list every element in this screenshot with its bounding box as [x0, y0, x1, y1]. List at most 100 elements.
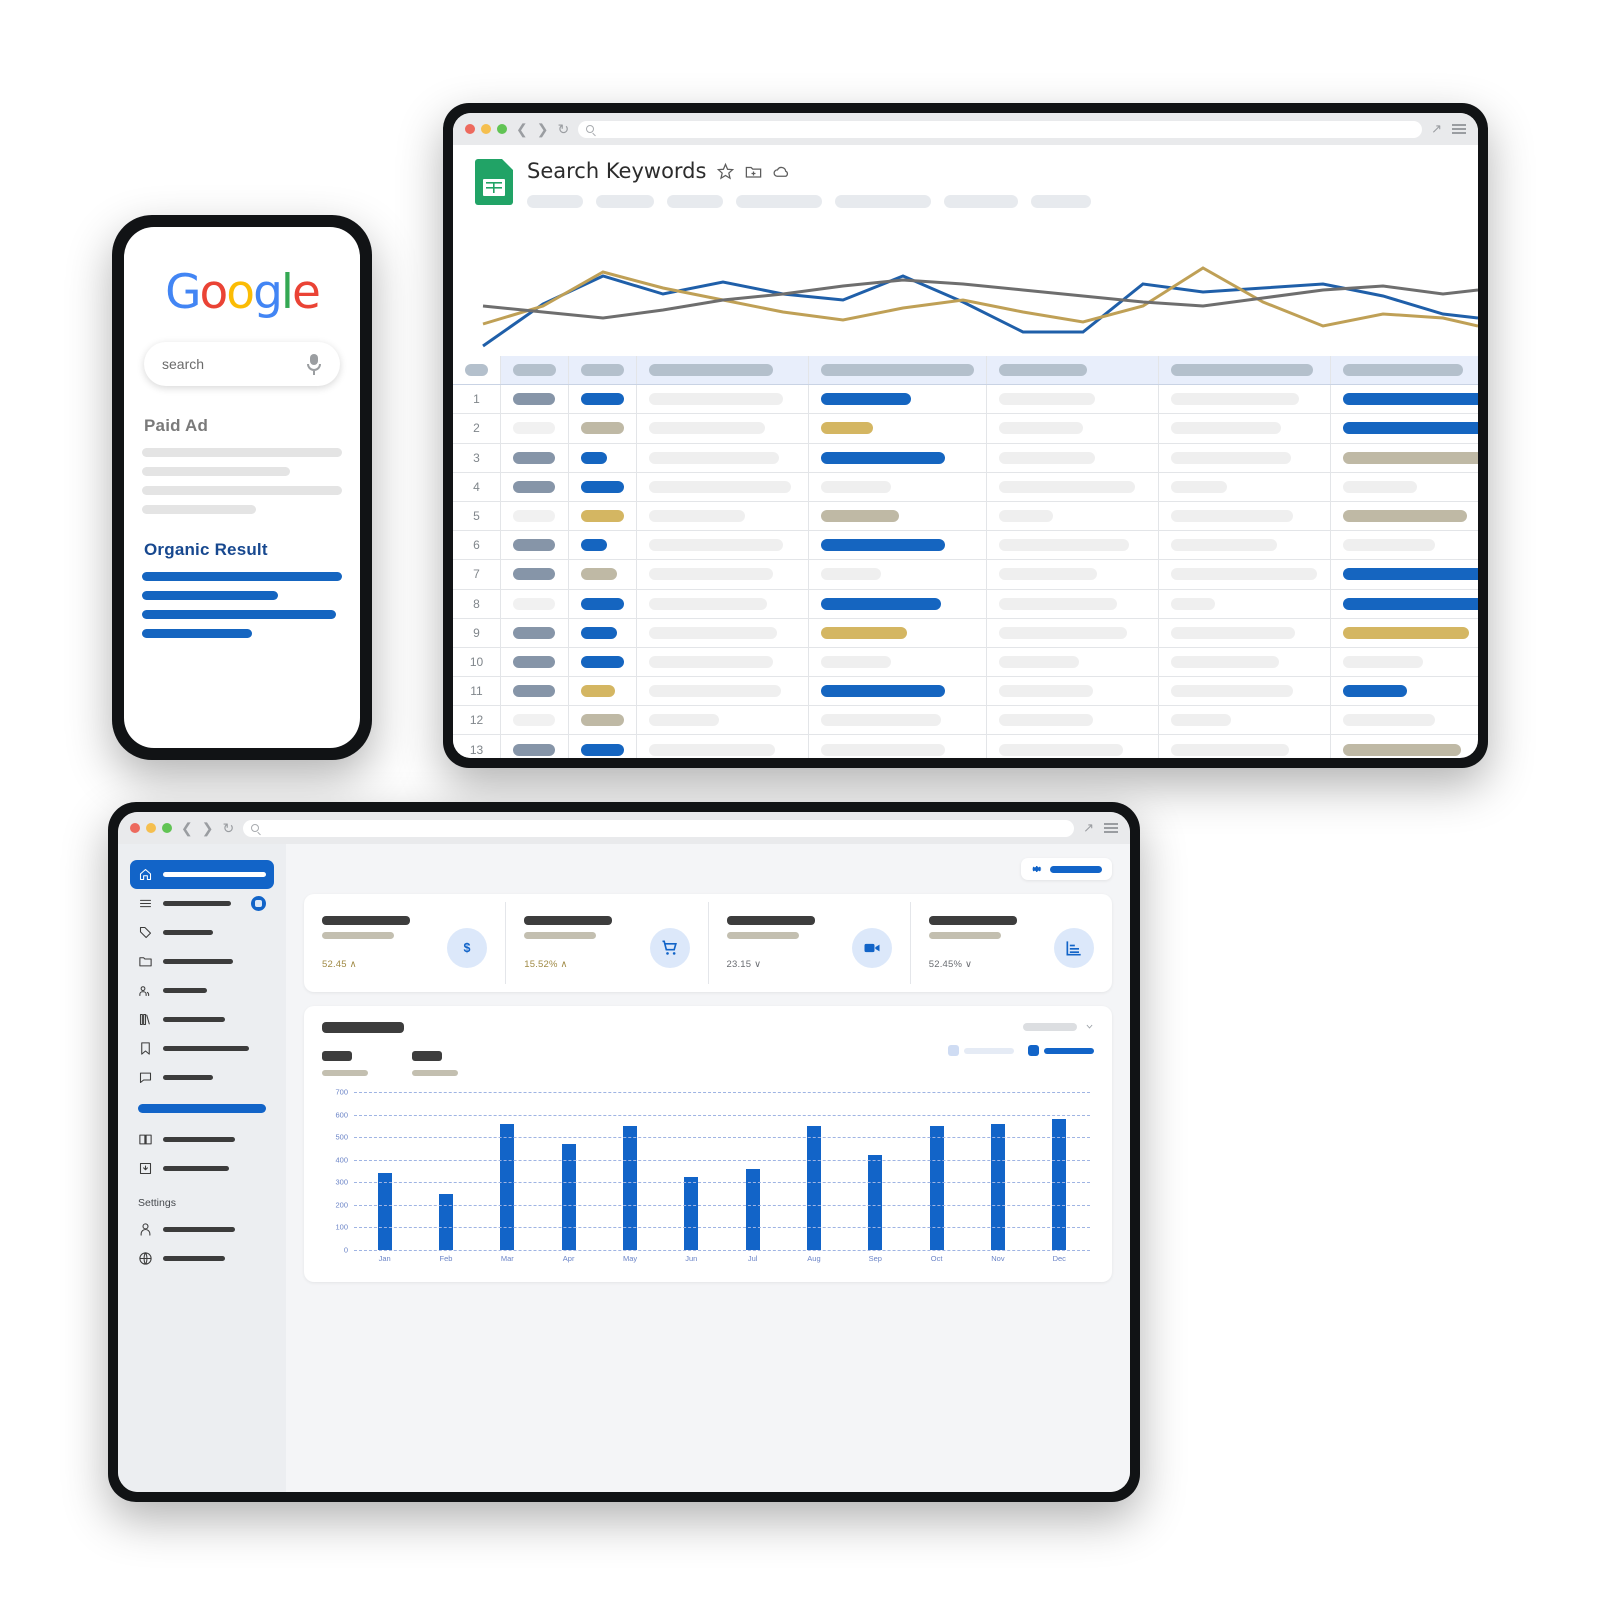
bar[interactable] [1052, 1119, 1067, 1250]
kpi-card[interactable]: 52.45 ∧ $ [304, 902, 507, 984]
table-cell[interactable] [809, 472, 987, 501]
row-number[interactable]: 6 [453, 531, 501, 560]
table-cell[interactable] [1331, 648, 1478, 676]
minimize-window-button[interactable] [481, 124, 491, 134]
table-cell[interactable] [637, 385, 809, 414]
table-cell[interactable] [637, 531, 809, 560]
table-cell[interactable] [569, 531, 637, 560]
table-cell[interactable] [987, 443, 1159, 472]
menu-item[interactable] [1031, 195, 1091, 208]
row-number[interactable]: 7 [453, 560, 501, 589]
minimize-window-button[interactable] [146, 823, 156, 833]
sidebar-item[interactable] [130, 1005, 274, 1034]
table-cell[interactable] [987, 501, 1159, 531]
bar[interactable] [622, 1125, 637, 1250]
table-cell[interactable] [809, 443, 987, 472]
table-row[interactable]: 8 [453, 589, 1478, 619]
sidebar-item[interactable] [130, 1034, 274, 1063]
table-cell[interactable] [1331, 473, 1478, 501]
row-number[interactable]: 11 [453, 677, 501, 706]
row-number[interactable]: 5 [453, 501, 501, 531]
table-row[interactable]: 13 [453, 735, 1478, 758]
maximize-window-button[interactable] [162, 823, 172, 833]
table-cell[interactable] [809, 414, 987, 443]
menu-item[interactable] [736, 195, 822, 208]
table-cell[interactable] [501, 735, 569, 758]
table-cell[interactable] [637, 706, 809, 735]
organic-result-line[interactable] [142, 591, 278, 600]
table-cell[interactable] [809, 735, 987, 758]
menu-item[interactable] [667, 195, 723, 208]
table-cell[interactable] [637, 677, 809, 706]
table-cell[interactable] [569, 414, 637, 443]
table-cell[interactable] [637, 618, 809, 647]
search-input[interactable]: search [162, 356, 306, 372]
corner-cell[interactable] [453, 356, 501, 385]
table-cell[interactable] [569, 677, 637, 706]
organic-result-line[interactable] [142, 572, 342, 581]
table-cell[interactable] [1159, 589, 1331, 618]
sidebar-item-highlighted[interactable] [138, 1104, 266, 1113]
table-cell[interactable] [569, 472, 637, 501]
table-cell[interactable] [637, 443, 809, 472]
table-row[interactable]: 9 [453, 618, 1478, 648]
expand-icon[interactable]: ↗ [1431, 121, 1442, 137]
table-cell[interactable] [987, 531, 1159, 560]
address-bar[interactable] [243, 819, 1075, 837]
table-cell[interactable] [809, 677, 987, 706]
table-cell[interactable] [809, 560, 987, 589]
table-row[interactable]: 10 [453, 647, 1478, 678]
table-cell[interactable] [1331, 735, 1478, 758]
bar[interactable] [929, 1125, 944, 1250]
table-cell[interactable] [501, 618, 569, 647]
table-cell[interactable] [987, 677, 1159, 706]
spreadsheet-table[interactable]: 1 2 3 4 5 6 7 8 9 10 11 12 13 [453, 356, 1478, 758]
table-cell[interactable] [637, 472, 809, 501]
window-controls[interactable] [130, 823, 172, 833]
table-cell[interactable] [501, 385, 569, 414]
sidebar-item[interactable] [130, 889, 274, 918]
forward-icon[interactable]: ❯ [537, 122, 549, 136]
table-cell[interactable] [1331, 706, 1478, 734]
table-cell[interactable] [1159, 501, 1331, 531]
kpi-card[interactable]: 15.52% ∧ [506, 902, 709, 984]
toggle-series-left[interactable] [948, 1045, 1014, 1056]
table-cell[interactable] [501, 501, 569, 531]
menu-item[interactable] [527, 195, 583, 208]
table-row[interactable]: 1 [453, 385, 1478, 415]
window-controls[interactable] [465, 124, 507, 134]
table-cell[interactable] [501, 414, 569, 443]
table-cell[interactable] [637, 560, 809, 589]
row-number[interactable]: 4 [453, 472, 501, 501]
bar[interactable] [990, 1123, 1005, 1250]
column-header[interactable] [1159, 356, 1331, 385]
bar[interactable] [684, 1176, 699, 1250]
table-cell[interactable] [501, 647, 569, 677]
table-row[interactable]: 5 [453, 501, 1478, 532]
table-row[interactable]: 6 [453, 531, 1478, 561]
table-cell[interactable] [987, 618, 1159, 647]
table-cell[interactable] [569, 560, 637, 589]
move-to-folder-icon[interactable] [744, 162, 763, 181]
microphone-icon[interactable] [306, 353, 322, 375]
maximize-window-button[interactable] [497, 124, 507, 134]
kpi-card[interactable]: 52.45% ∨ [911, 902, 1112, 984]
table-row[interactable]: 12 [453, 706, 1478, 736]
table-cell[interactable] [501, 531, 569, 560]
row-number[interactable]: 3 [453, 443, 501, 472]
document-title[interactable]: Search Keywords [527, 159, 706, 183]
table-cell[interactable] [987, 706, 1159, 735]
close-window-button[interactable] [130, 823, 140, 833]
table-cell[interactable] [1331, 677, 1478, 705]
table-cell[interactable] [1159, 560, 1331, 589]
menu-item[interactable] [835, 195, 931, 208]
table-cell[interactable] [987, 472, 1159, 501]
hamburger-menu-icon[interactable] [1452, 122, 1466, 137]
table-cell[interactable] [501, 443, 569, 472]
sidebar-item[interactable] [130, 1063, 274, 1092]
table-cell[interactable] [1331, 444, 1478, 472]
table-cell[interactable] [501, 560, 569, 589]
table-cell[interactable] [987, 385, 1159, 414]
row-number[interactable]: 12 [453, 706, 501, 735]
menu-item[interactable] [596, 195, 654, 208]
